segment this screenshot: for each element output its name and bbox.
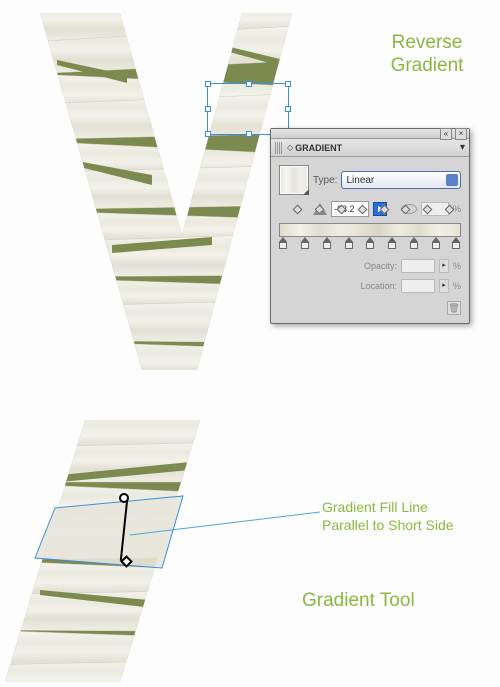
text: Gradient [391, 55, 464, 76]
gradient-stops[interactable] [279, 239, 461, 253]
label-callout: Gradient Fill Line Parallel to Short Sid… [322, 498, 454, 534]
panel-collapse-icon[interactable]: « [440, 128, 452, 140]
gradient-panel[interactable]: « × ◇ GRADIENT ▾ Type: Linear -88.2 [270, 128, 470, 324]
opacity-label: Opacity: [364, 261, 397, 271]
flyout-menu-icon[interactable]: ▾ [460, 142, 465, 153]
text: Gradient Tool [302, 590, 415, 611]
label-gradient-tool: Gradient Tool [302, 590, 415, 613]
panel-grip-icon [275, 142, 283, 154]
close-icon[interactable]: × [455, 128, 467, 140]
location-label: Location: [360, 281, 397, 291]
bottom-illustration [0, 420, 300, 682]
location-input[interactable] [401, 279, 435, 293]
panel-header: ◇ GRADIENT ▾ [271, 139, 469, 157]
location-arrow-icon[interactable]: ▸ [439, 279, 449, 293]
text: Parallel to Short Side [322, 517, 454, 533]
pct: % [453, 281, 461, 291]
label-reverse-gradient: Reverse Gradient [372, 32, 482, 78]
panel-title: GRADIENT [295, 143, 342, 153]
pct: % [453, 261, 461, 271]
gradient-start-handle[interactable] [119, 493, 129, 503]
panel-tabbar: « × [271, 129, 469, 139]
opacity-input[interactable] [401, 259, 435, 273]
gradient-ramp[interactable] [279, 223, 461, 237]
opacity-arrow-icon[interactable]: ▸ [439, 259, 449, 273]
text: Reverse [392, 32, 463, 53]
type-select[interactable]: Linear [341, 171, 461, 189]
gradient-swatch[interactable] [279, 165, 309, 195]
text: Gradient Fill Line [322, 499, 428, 515]
panel-body: Type: Linear -88.2 % [271, 157, 469, 323]
trash-icon[interactable]: 🗑 [447, 301, 461, 315]
disclosure-icon[interactable]: ◇ [287, 143, 293, 152]
v-letter-illustration [12, 5, 302, 375]
type-label: Type: [313, 175, 337, 186]
type-value: Linear [346, 175, 374, 186]
